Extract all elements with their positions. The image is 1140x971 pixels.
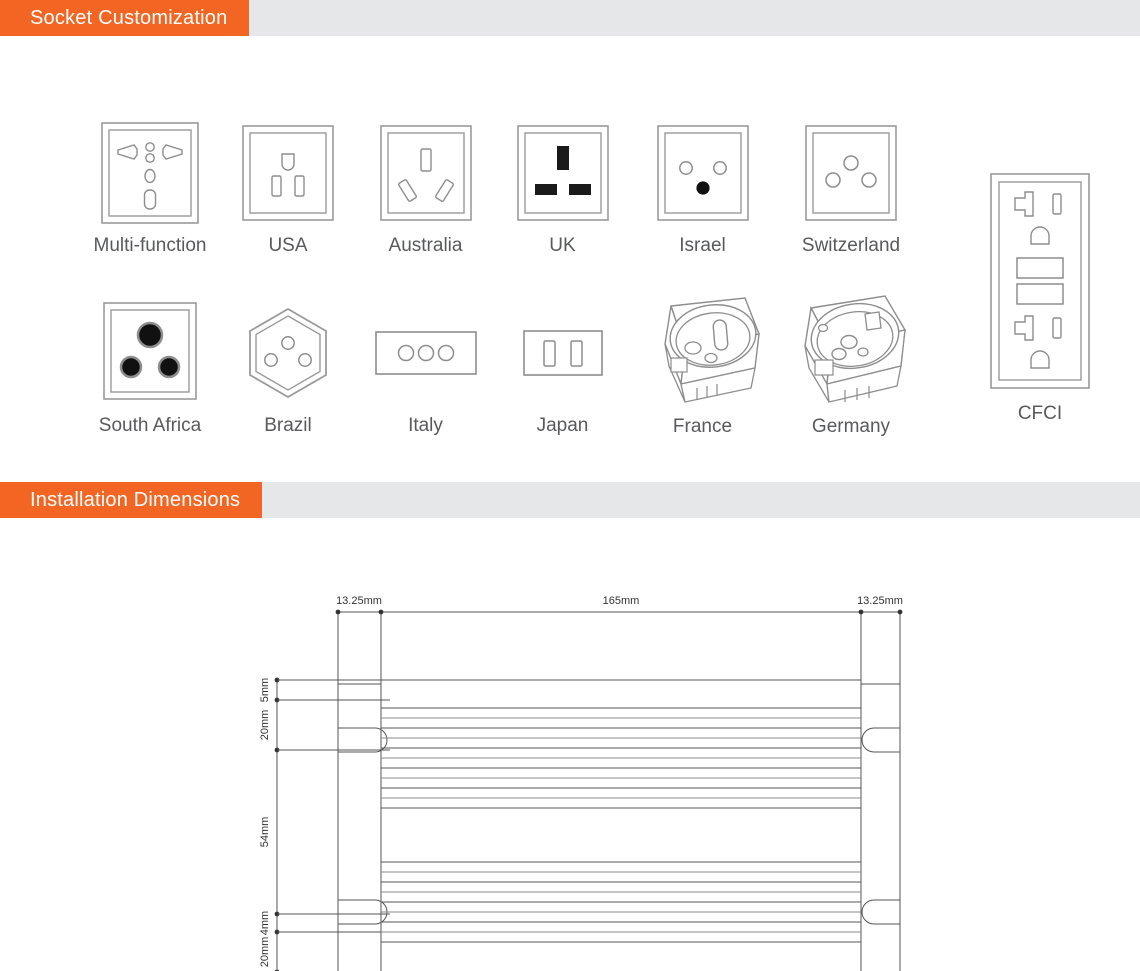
- section-header-installation-dimensions: Installation Dimensions: [0, 482, 1140, 518]
- socket-switzerland-icon: [762, 117, 940, 229]
- product-spec-page: Socket Customization Multi-function USA …: [0, 0, 1140, 971]
- socket-france-icon: [630, 290, 775, 410]
- dimension-label-top-right: 13.25mm: [857, 595, 903, 607]
- dimension-label-left-20mm-top: 20mm: [259, 710, 271, 741]
- socket-germany-icon: [762, 290, 940, 410]
- installation-dimensions-drawing: 13.25mm 165mm 13.25mm 5mm 20mm 54mm 4mm …: [0, 532, 1140, 971]
- dimension-label-top-left: 13.25mm: [336, 595, 382, 607]
- socket-item-cfci: CFCI: [940, 172, 1140, 425]
- section-title-installation-dimensions: Installation Dimensions: [0, 482, 263, 518]
- socket-item-israel: Israel: [630, 117, 775, 257]
- socket-label: Switzerland: [801, 235, 901, 256]
- socket-label: CFCI: [1017, 403, 1063, 424]
- socket-label: Germany: [811, 416, 891, 437]
- socket-grid: Multi-function USA Australia UK Israel S…: [0, 62, 940, 462]
- socket-israel-icon: [630, 117, 775, 229]
- socket-japan-icon: [505, 297, 620, 409]
- socket-italy-icon: [333, 297, 518, 409]
- socket-item-japan: Japan: [505, 297, 620, 437]
- socket-item-france: France: [630, 290, 775, 438]
- dimension-label-left-20mm-bottom: 20mm: [259, 937, 271, 968]
- socket-label: Australia: [388, 235, 463, 256]
- section-header-socket-customization: Socket Customization: [0, 0, 1140, 36]
- socket-label: France: [672, 416, 733, 437]
- dimension-label-left-4mm: 4mm: [259, 911, 271, 935]
- socket-label: Japan: [536, 415, 589, 436]
- socket-label: UK: [549, 235, 576, 256]
- dimension-label-left-5mm: 5mm: [259, 678, 271, 702]
- section-title-socket-customization: Socket Customization: [0, 0, 250, 36]
- socket-item-italy: Italy: [333, 297, 518, 437]
- socket-label: Italy: [408, 415, 443, 436]
- socket-item-switzerland: Switzerland: [762, 117, 940, 257]
- dimension-label-left-54mm: 54mm: [259, 817, 271, 848]
- socket-item-germany: Germany: [762, 290, 940, 438]
- socket-label: Israel: [679, 235, 726, 256]
- dimension-label-top-center: 165mm: [603, 595, 640, 607]
- dimension-drawing-svg: 13.25mm 165mm 13.25mm 5mm 20mm 54mm 4mm …: [259, 595, 903, 971]
- socket-cfci-icon: [940, 172, 1140, 395]
- socket-customization-section: Multi-function USA Australia UK Israel S…: [0, 62, 1140, 482]
- socket-australia-icon: [333, 117, 518, 229]
- socket-uk-icon: [505, 117, 620, 229]
- socket-item-australia: Australia: [333, 117, 518, 257]
- socket-item-uk: UK: [505, 117, 620, 257]
